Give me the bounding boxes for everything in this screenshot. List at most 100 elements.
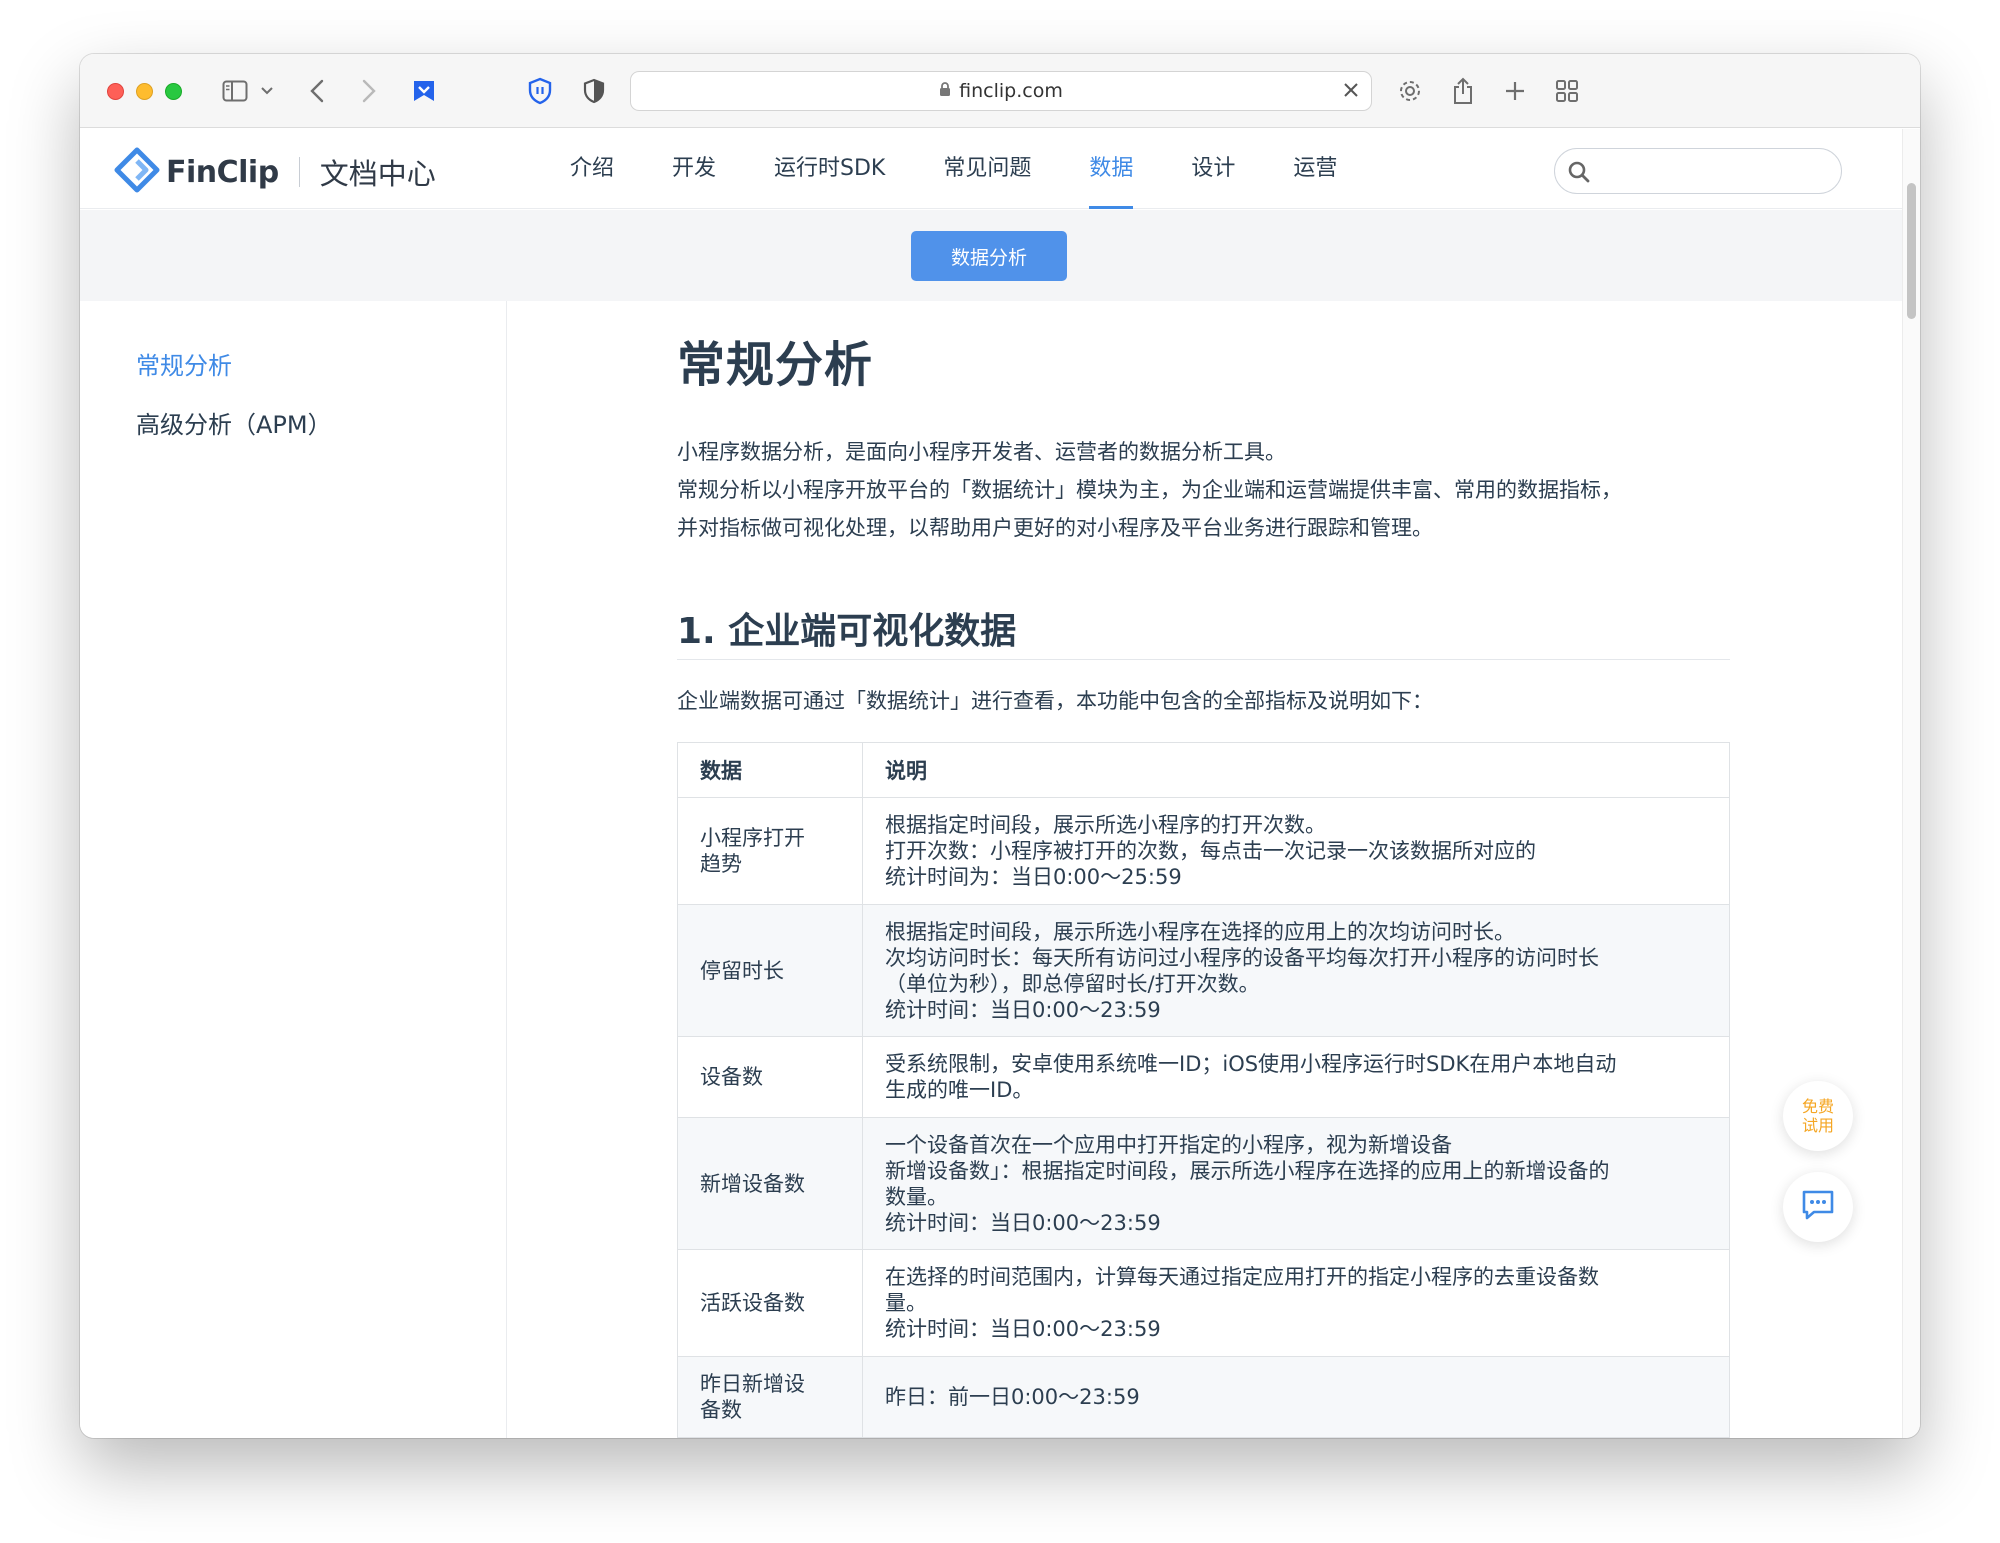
- table-cell-description: 受系统限制，安卓使用系统唯一ID；iOS使用小程序运行时SDK在用户本地自动 生…: [862, 1036, 1730, 1118]
- chat-button[interactable]: [1783, 1172, 1853, 1242]
- cell-text: 生成的唯一ID。: [885, 1078, 1034, 1102]
- scrollbar-thumb[interactable]: [1907, 183, 1916, 319]
- browser-window: finclip.com FinClip 文档中心 介绍 开发 运行时SDK 常见…: [80, 54, 1920, 1438]
- nav-item-data[interactable]: 数据: [1089, 129, 1134, 209]
- table-cell-metric: 小程序打开 趋势: [677, 797, 863, 905]
- bookmark-extension-icon[interactable]: [410, 74, 438, 108]
- cell-text: 昨日：前一日0:00～23:59: [885, 1385, 1140, 1409]
- page-title: 常规分析: [677, 337, 874, 393]
- logo-divider: [298, 157, 300, 187]
- cell-text: 统计时间：当日0:00～23:59: [885, 1317, 1161, 1341]
- table-cell-description: [862, 1437, 1730, 1438]
- table-cell-metric: [677, 1437, 863, 1438]
- table-cell-description: 一个设备首次在一个应用中打开指定的小程序，视为新增设备 新增设备数」：根据指定时…: [862, 1117, 1730, 1250]
- close-window-button[interactable]: [107, 83, 124, 100]
- zoom-window-button[interactable]: [165, 83, 182, 100]
- section-description: 企业端数据可通过「数据统计」进行查看，本功能中包含的全部指标及说明如下：: [677, 689, 1433, 713]
- free-trial-label: 免费试用: [1801, 1097, 1834, 1135]
- intro-line: 并对指标做可视化处理，以帮助用户更好的对小程序及平台业务进行跟踪和管理。: [677, 516, 1433, 540]
- finclip-logo-icon: [114, 147, 160, 197]
- nav-item-design[interactable]: 设计: [1191, 129, 1235, 209]
- url-text: finclip.com: [959, 80, 1063, 102]
- table-row: 小程序打开 趋势 根据指定时间段，展示所选小程序的打开次数。 打开次数：小程序被…: [677, 797, 1730, 905]
- table-row: 新增设备数 一个设备首次在一个应用中打开指定的小程序，视为新增设备 新增设备数」…: [677, 1117, 1730, 1250]
- sidebar: 常规分析 高级分析（APM）: [80, 301, 507, 1438]
- table-cell-metric: 新增设备数: [677, 1117, 863, 1250]
- table-cell-metric: 设备数: [677, 1036, 863, 1118]
- cell-text: 新增设备数: [700, 1171, 805, 1196]
- table-cell-metric: 停留时长: [677, 904, 863, 1037]
- table-header-description: 说明: [862, 742, 1730, 798]
- cell-text: 设备数: [700, 1065, 763, 1089]
- share-icon[interactable]: [1446, 74, 1480, 108]
- table-cell-metric: 昨日新增设 备数: [677, 1356, 863, 1438]
- table-row: 设备数 受系统限制，安卓使用系统唯一ID；iOS使用小程序运行时SDK在用户本地…: [677, 1036, 1730, 1118]
- cell-text: 统计时间为：当日0:00～25:59: [885, 865, 1182, 889]
- cell-text: 打开次数：小程序被打开的次数，每点击一次记录一次该数据所对应的: [885, 839, 1536, 863]
- site-logo[interactable]: FinClip 文档中心: [114, 147, 436, 197]
- cell-text: 统计时间：当日0:00～23:59: [885, 997, 1161, 1022]
- cell-text: 一个设备首次在一个应用中打开指定的小程序，视为新增设备: [885, 1132, 1452, 1157]
- cell-text: 昨日新增设: [700, 1372, 805, 1396]
- cell-text: （单位为秒），即总停留时长/打开次数。: [885, 971, 1260, 996]
- cell-text: 小程序打开: [700, 826, 805, 850]
- minimize-window-button[interactable]: [136, 83, 153, 100]
- intro-paragraph: 小程序数据分析，是面向小程序开发者、运营者的数据分析工具。 常规分析以小程序开放…: [677, 433, 1622, 547]
- table-cell-description: 根据指定时间段，展示所选小程序在选择的应用上的次均访问时长。 次均访问时长：每天…: [862, 904, 1730, 1037]
- metrics-table: 数据 说明 小程序打开 趋势 根据指定时间段，展示所选小程序的打开次数。 打开次…: [677, 742, 1730, 1438]
- main-nav: 介绍 开发 运行时SDK 常见问题 数据 设计 运营: [570, 129, 1395, 209]
- site-header: FinClip 文档中心 介绍 开发 运行时SDK 常见问题 数据 设计 运营: [80, 129, 1902, 209]
- browser-toolbar: finclip.com: [80, 54, 1920, 128]
- back-arrow-icon[interactable]: [306, 74, 328, 108]
- cell-text: 根据指定时间段，展示所选小程序在选择的应用上的次均访问时长。: [885, 919, 1515, 944]
- forward-arrow-icon[interactable]: [358, 74, 380, 108]
- shield-extension-icon[interactable]: [526, 74, 554, 108]
- cell-text: 数量。: [885, 1184, 948, 1209]
- table-cell-description: 昨日：前一日0:00～23:59: [862, 1356, 1730, 1438]
- table-row: [677, 1437, 1730, 1438]
- nav-item-develop[interactable]: 开发: [672, 129, 716, 209]
- intro-line: 小程序数据分析，是面向小程序开发者、运营者的数据分析工具。: [677, 440, 1286, 464]
- nav-item-faq[interactable]: 常见问题: [943, 129, 1031, 209]
- search-box[interactable]: [1554, 148, 1842, 194]
- clear-url-icon[interactable]: [1341, 80, 1361, 104]
- free-trial-button[interactable]: 免费试用: [1783, 1081, 1853, 1151]
- chat-bubble-icon: [1801, 1189, 1835, 1225]
- privacy-shield-icon[interactable]: [580, 74, 608, 108]
- tab-overview-icon[interactable]: [1550, 74, 1584, 108]
- intro-line: 常规分析以小程序开放平台的「数据统计」模块为主，为企业端和运营端提供丰富、常用的…: [677, 478, 1622, 502]
- table-header-row: 数据 说明: [677, 742, 1730, 798]
- cell-text: 次均访问时长：每天所有访问过小程序的设备平均每次打开小程序的访问时长: [885, 945, 1599, 970]
- data-analysis-button[interactable]: 数据分析: [911, 231, 1067, 281]
- address-bar[interactable]: finclip.com: [630, 71, 1372, 111]
- cell-text: 活跃设备数: [700, 1291, 805, 1315]
- table-row: 停留时长 根据指定时间段，展示所选小程序在选择的应用上的次均访问时长。 次均访问…: [677, 904, 1730, 1037]
- logo-subtitle: 文档中心: [319, 157, 436, 191]
- new-tab-plus-icon[interactable]: [1498, 74, 1532, 108]
- cell-text: 在选择的时间范围内，计算每天通过指定应用打开的指定小程序的去重设备数: [885, 1265, 1599, 1289]
- cell-text: 根据指定时间段，展示所选小程序的打开次数。: [885, 813, 1326, 837]
- nav-item-runtime-sdk[interactable]: 运行时SDK: [774, 129, 885, 209]
- lock-icon: [939, 81, 951, 101]
- cell-text: 量。: [885, 1291, 927, 1315]
- table-row: 昨日新增设 备数 昨日：前一日0:00～23:59: [677, 1356, 1730, 1438]
- nav-item-intro[interactable]: 介绍: [570, 129, 614, 209]
- sidebar-item-general-analysis[interactable]: 常规分析: [136, 346, 232, 381]
- search-input[interactable]: [1601, 157, 1821, 185]
- table-cell-description: 在选择的时间范围内，计算每天通过指定应用打开的指定小程序的去重设备数 量。 统计…: [862, 1249, 1730, 1357]
- section-heading: 1. 企业端可视化数据: [677, 611, 1017, 652]
- vertical-scrollbar[interactable]: [1902, 129, 1920, 1438]
- table-header-data: 数据: [677, 742, 863, 798]
- cell-text: 新增设备数」：根据指定时间段，展示所选小程序在选择的应用上的新增设备的: [885, 1158, 1610, 1183]
- cell-text: 停留时长: [700, 958, 784, 983]
- sidebar-item-advanced-analysis[interactable]: 高级分析（APM）: [136, 405, 332, 440]
- table-cell-metric: 活跃设备数: [677, 1249, 863, 1357]
- sidebar-toggle-icon[interactable]: [218, 74, 252, 108]
- chevron-down-icon[interactable]: [258, 74, 276, 108]
- nav-item-operation[interactable]: 运营: [1293, 129, 1337, 209]
- table-cell-description: 根据指定时间段，展示所选小程序的打开次数。 打开次数：小程序被打开的次数，每点击…: [862, 797, 1730, 905]
- section-divider: [677, 659, 1730, 660]
- cell-text: 受系统限制，安卓使用系统唯一ID；iOS使用小程序运行时SDK在用户本地自动: [885, 1052, 1617, 1076]
- gear-icon[interactable]: [1393, 74, 1427, 108]
- search-icon: [1567, 160, 1591, 188]
